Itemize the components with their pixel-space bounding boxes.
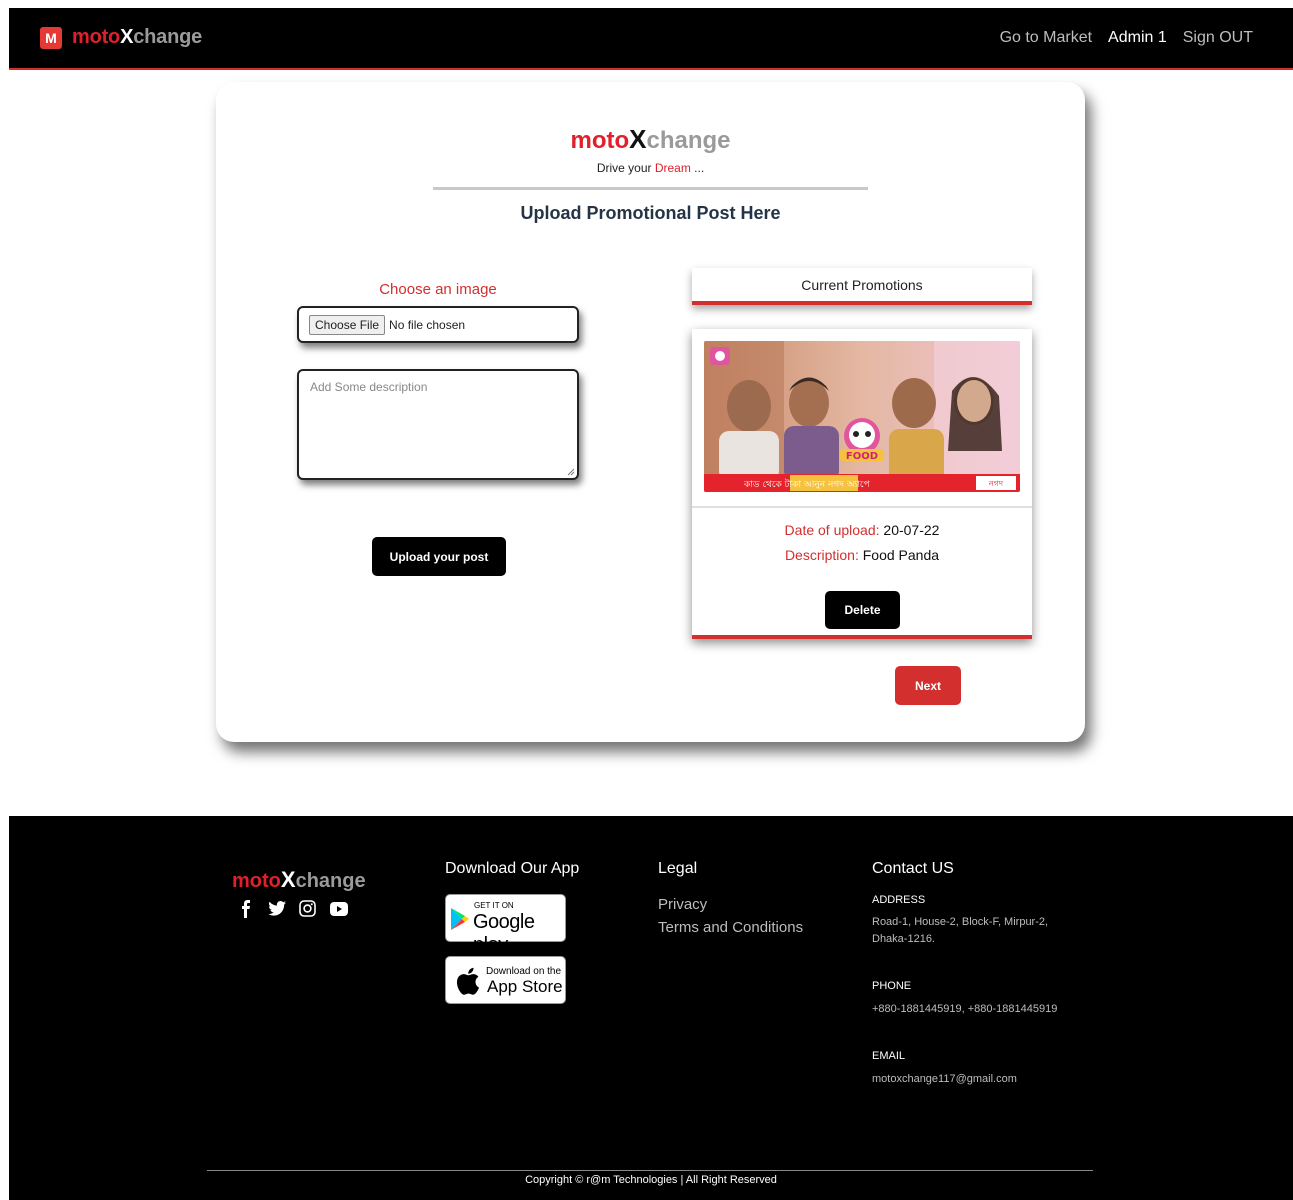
nav-admin[interactable]: Admin 1	[1108, 29, 1167, 47]
upload-date-line: Date of upload: 20-07-22	[692, 522, 1032, 538]
app-store-small: Download on the	[486, 966, 562, 977]
logo-badge-icon: M	[40, 26, 62, 49]
privacy-link[interactable]: Privacy	[658, 896, 707, 913]
nav-links: Go to Market Admin 1 Sign OUT	[1000, 29, 1253, 47]
file-input[interactable]: Choose File No file chosen	[297, 306, 579, 343]
app-store-badge[interactable]: Download on the App Store	[445, 956, 566, 1004]
card-brand-change: change	[646, 127, 731, 154]
card-brand-moto: moto	[570, 127, 630, 154]
food-text: FOOD	[846, 451, 878, 462]
tagline-suffix: ...	[690, 161, 705, 175]
page: M motoXchange Go to Market Admin 1 Sign …	[0, 0, 1293, 1200]
address-line-2: Dhaka-1216.	[872, 933, 935, 945]
promotion-divider	[692, 506, 1032, 508]
banner-text: কাড থেকে টাকা আনুন নগদ অ্যাপে	[743, 478, 871, 490]
page-title: Upload Promotional Post Here	[520, 203, 781, 223]
contact-title: Contact US	[872, 860, 954, 877]
resize-handle-icon[interactable]	[567, 468, 575, 476]
apple-icon	[456, 967, 479, 995]
divider	[433, 187, 868, 190]
banner-logo: নগদ	[988, 479, 1004, 488]
google-play-badge[interactable]: GET IT ON Google play	[445, 894, 566, 956]
card-brand-x: X	[629, 124, 647, 154]
footer-brand-moto: moto	[232, 870, 281, 892]
description-label: Description:	[784, 547, 859, 563]
description-placeholder: Add Some description	[310, 380, 428, 394]
footer-brand-change: change	[295, 870, 366, 892]
copyright: Copyright © r@m Technologies | All Right…	[525, 1174, 777, 1186]
nav-go-to-market[interactable]: Go to Market	[1000, 29, 1092, 47]
promotion-image: FOOD কাড থেকে টাকা আনুন নগদ অ্যাপে নগদ	[704, 341, 1020, 492]
date-label: Date of upload:	[784, 522, 880, 538]
instagram-icon[interactable]	[298, 899, 317, 918]
phone-value: +880-1881445919, +880-1881445919	[872, 1003, 1058, 1015]
top-navbar: M motoXchange Go to Market Admin 1 Sign …	[9, 8, 1293, 70]
date-value: 20-07-22	[883, 522, 940, 538]
brand-logo[interactable]: M motoXchange	[40, 26, 202, 49]
tagline-prefix: Drive your	[596, 161, 655, 175]
google-play-icon	[451, 908, 469, 930]
choose-image-label: Choose an image	[379, 281, 497, 298]
upload-card: motoXchange Drive your Dream ... Upload …	[216, 82, 1085, 742]
youtube-icon[interactable]	[329, 899, 348, 918]
tagline-highlight: Dream	[654, 161, 691, 175]
description-line: Description: Food Panda	[692, 547, 1032, 563]
tagline: Drive your Dream ...	[216, 161, 1085, 175]
promotion-card: FOOD কাড থেকে টাকা আনুন নগদ অ্যাপে নগদ D…	[692, 329, 1032, 639]
choose-file-button[interactable]: Choose File	[309, 314, 386, 335]
description-value: Food Panda	[862, 547, 940, 563]
promotion-image-art: FOOD কাড থেকে টাকা আনুন নগদ অ্যাপে নগদ	[704, 341, 1020, 492]
brand-name: motoXchange	[72, 26, 202, 49]
legal-title: Legal	[658, 860, 698, 877]
next-button[interactable]: Next	[895, 666, 961, 705]
download-app-title: Download Our App	[445, 860, 580, 877]
upload-post-button[interactable]: Upload your post	[372, 537, 506, 576]
facebook-icon[interactable]	[236, 899, 255, 918]
footer-brand[interactable]: motoXchange	[232, 867, 366, 893]
brand-change: change	[133, 26, 203, 48]
footer-brand-x: X	[280, 867, 296, 892]
card-brand: motoXchange	[216, 124, 1085, 155]
brand-moto: moto	[72, 26, 121, 48]
current-promotions-header: Current Promotions	[692, 268, 1032, 305]
terms-link[interactable]: Terms and Conditions	[658, 919, 803, 936]
address-line-1: Road-1, House-2, Block-F, Mirpur-2,	[872, 916, 1049, 928]
description-textarea[interactable]: Add Some description	[297, 369, 579, 480]
twitter-icon[interactable]	[267, 899, 286, 918]
brand-x: X	[120, 26, 134, 48]
google-play-small: GET IT ON	[474, 901, 514, 910]
email-label: EMAIL	[872, 1050, 906, 1062]
nav-sign-out[interactable]: Sign OUT	[1183, 29, 1253, 47]
social-links	[236, 899, 348, 918]
delete-button[interactable]: Delete	[825, 591, 900, 629]
file-status: No file chosen	[389, 317, 466, 332]
phone-label: PHONE	[872, 980, 912, 992]
email-value[interactable]: motoxchange117@gmail.com	[872, 1071, 1017, 1088]
footer-divider	[207, 1170, 1093, 1171]
google-play-big: Google play	[473, 911, 535, 956]
address-label: ADDRESS	[872, 894, 926, 906]
app-store-big: App Store	[487, 977, 563, 996]
footer: motoXchange Download Our App GET IT ON G…	[9, 816, 1293, 1200]
